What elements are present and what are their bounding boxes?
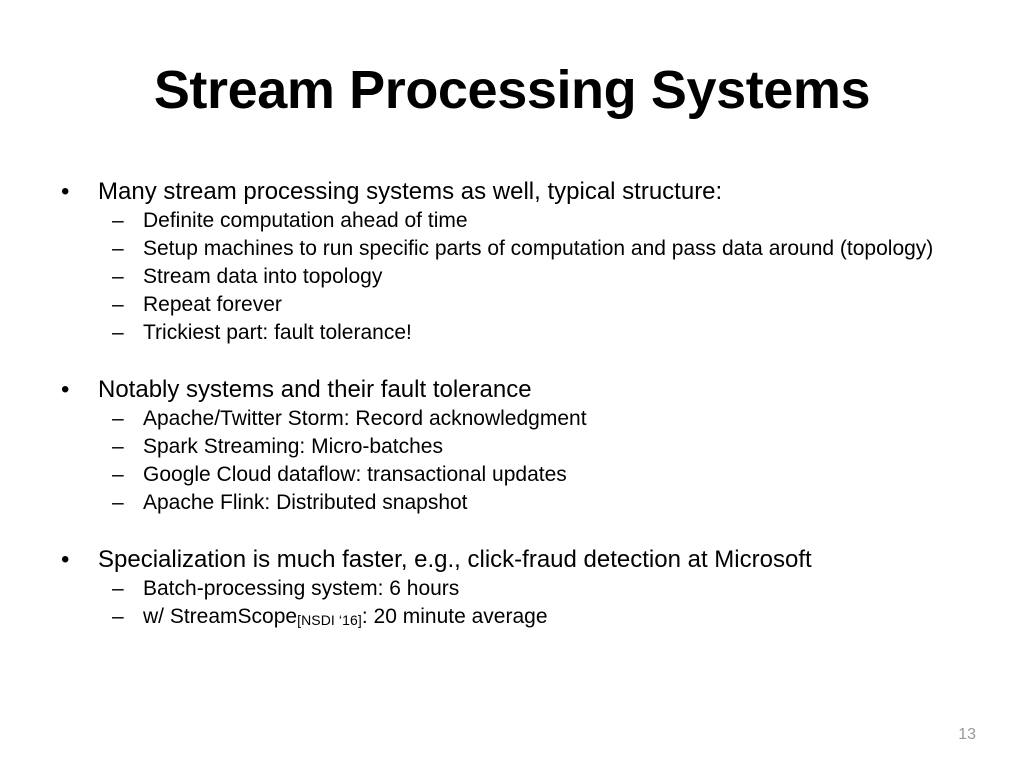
dash-icon: –: [112, 265, 124, 288]
dash-icon: –: [112, 605, 124, 628]
bullet-level2-label: Setup machines to run specific parts of …: [143, 237, 934, 260]
sub-bullet-list: – Definite computation ahead of time – S…: [52, 207, 982, 347]
streamscope-label: w/ StreamScope: [143, 605, 298, 628]
bullet-level1: • Notably systems and their fault tolera…: [52, 374, 982, 405]
bullet-block: • Many stream processing systems as well…: [52, 176, 982, 347]
bullet-level2: – Stream data into topology: [52, 263, 982, 291]
bullet-level1-label: Notably systems and their fault toleranc…: [98, 376, 532, 403]
dash-icon: –: [112, 321, 124, 344]
bullet-level2-label: Google Cloud dataflow: transactional upd…: [143, 463, 567, 486]
bullet-level2: – Spark Streaming: Micro-batches: [52, 433, 982, 461]
bullet-level2-label: Batch-processing system: 6 hours: [143, 577, 460, 600]
dash-icon: –: [112, 293, 124, 316]
bullet-level2-label: Stream data into topology: [143, 265, 383, 288]
bullet-dot-icon: •: [61, 546, 70, 573]
bullet-block: • Notably systems and their fault tolera…: [52, 374, 982, 517]
bullet-level2-label: Apache Flink: Distributed snapshot: [143, 491, 468, 514]
sub-bullet-list: – Batch-processing system: 6 hours – w/ …: [52, 575, 982, 631]
bullet-level2-label: Apache/Twitter Storm: Record acknowledgm…: [143, 407, 587, 430]
slide-number: 13: [958, 726, 976, 743]
bullet-level1: • Many stream processing systems as well…: [52, 176, 982, 207]
bullet-level2: – Apache Flink: Distributed snapshot: [52, 489, 982, 517]
bullet-level2: – Setup machines to run specific parts o…: [52, 235, 982, 263]
bullet-level2: – Repeat forever: [52, 291, 982, 319]
dash-icon: –: [112, 491, 124, 514]
bullet-level2: – Google Cloud dataflow: transactional u…: [52, 461, 982, 489]
dash-icon: –: [112, 577, 124, 600]
bullet-level2-label: Spark Streaming: Micro-batches: [143, 435, 443, 458]
bullet-level2-label: w/ StreamScope[NSDI ‘16]: 20 minute aver…: [143, 603, 982, 631]
bullet-dot-icon: •: [61, 376, 70, 403]
bullet-level1: • Specialization is much faster, e.g., c…: [52, 544, 982, 575]
bullet-level2-label: Repeat forever: [143, 293, 282, 316]
streamscope-suffix: : 20 minute average: [361, 605, 548, 628]
slide-body: • Many stream processing systems as well…: [52, 176, 982, 631]
dash-icon: –: [112, 463, 124, 486]
dash-icon: –: [112, 237, 124, 260]
dash-icon: –: [112, 407, 124, 430]
bullet-dot-icon: •: [61, 178, 70, 205]
dash-icon: –: [112, 209, 124, 232]
bullet-level2: – Definite computation ahead of time: [52, 207, 982, 235]
slide: Stream Processing Systems • Many stream …: [0, 0, 1024, 768]
bullet-level2: – Trickiest part: fault tolerance!: [52, 319, 982, 347]
dash-icon: –: [112, 435, 124, 458]
sub-bullet-list: – Apache/Twitter Storm: Record acknowled…: [52, 405, 982, 517]
bullet-level2-with-reference: – w/ StreamScope[NSDI ‘16]: 20 minute av…: [52, 603, 982, 631]
bullet-level2: – Batch-processing system: 6 hours: [52, 575, 982, 603]
bullet-block: • Specialization is much faster, e.g., c…: [52, 544, 982, 631]
bullet-level2-label: Trickiest part: fault tolerance!: [143, 321, 412, 344]
page-title: Stream Processing Systems: [153, 60, 871, 120]
bullet-level1-label: Specialization is much faster, e.g., cli…: [98, 546, 812, 573]
citation-reference: [NSDI ‘16]: [297, 612, 362, 628]
bullet-level2: – Apache/Twitter Storm: Record acknowled…: [52, 405, 982, 433]
bullet-level2-label: Definite computation ahead of time: [143, 209, 468, 232]
bullet-level1-label: Many stream processing systems as well, …: [98, 178, 723, 205]
